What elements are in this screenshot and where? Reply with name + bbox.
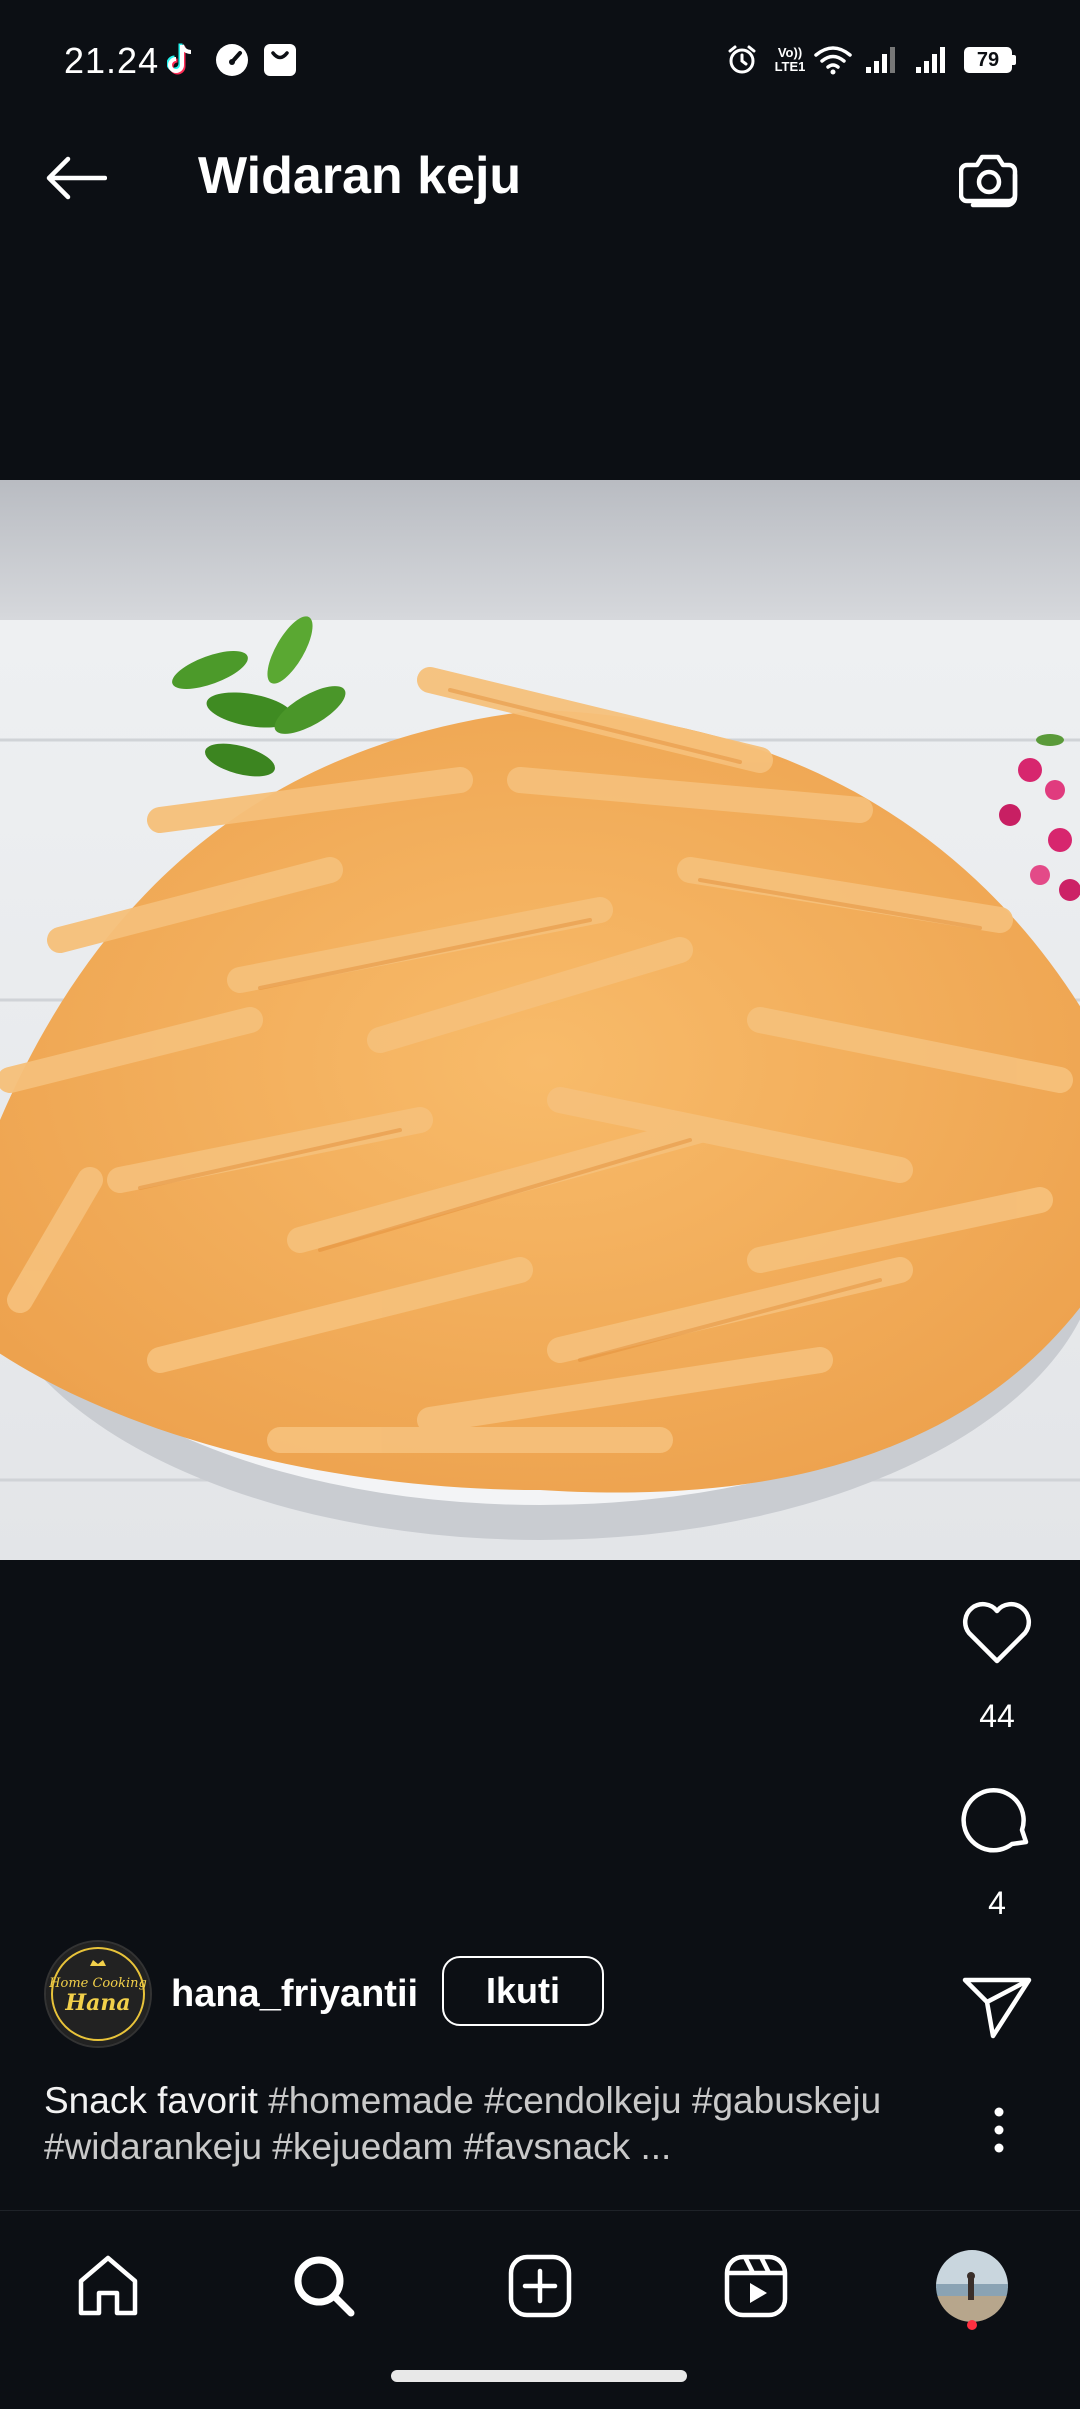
reels-icon [724,2254,788,2318]
follow-button[interactable]: Ikuti [442,1956,604,2026]
network-label: LTE1 [774,59,806,74]
battery-icon: 79 [962,40,1018,80]
status-time: 21.24 [64,40,160,81]
nav-create[interactable] [492,2238,588,2334]
volte-indicator: Vo)) LTE1 [768,40,812,80]
shopping-bag-notification-icon [260,40,300,80]
comment-icon [961,1788,1029,1853]
heart-icon [962,1601,1032,1664]
post-photo[interactable] [0,480,1080,1560]
speedometer-notification-icon [212,40,252,80]
more-options-button[interactable] [974,2100,1024,2160]
status-bar: 21.24 Vo)) LTE1 79 [0,0,1080,100]
nav-search[interactable] [276,2238,372,2334]
page-title: Widaran keju [198,147,522,205]
back-button[interactable] [36,146,116,210]
search-icon [294,2256,355,2317]
arrow-left-icon [46,156,107,200]
avatar-logo-text-1: Home Cooking [48,1976,147,1991]
comment-count: 4 [988,1885,1006,1921]
share-button[interactable] [950,1972,1044,2042]
signal-strength-icon-1 [862,40,900,80]
add-icon [508,2254,572,2318]
notification-dot [967,2320,977,2330]
home-icon [78,2255,138,2316]
like-button[interactable] [950,1596,1044,1670]
snack-bowl-image [0,480,1080,1560]
more-vertical-icon [994,2107,1004,2153]
post-caption[interactable]: Snack favorit #homemade #cendolkeju #gab… [44,2078,964,2170]
alarm-icon [724,40,760,80]
camera-icon [959,154,1018,208]
caption-hashtags-line1[interactable]: #homemade #cendolkeju #gabuskeju [258,2080,881,2121]
profile-avatar [936,2250,1008,2322]
signal-strength-icon-2 [912,40,950,80]
camera-button[interactable] [950,140,1030,220]
author-username[interactable]: hana_friyantii [171,1972,418,2016]
volte-label: Vo)) [777,45,803,60]
avatar-logo-text-2: Hana [64,1990,130,2016]
nav-home[interactable] [60,2238,156,2334]
avatar-logo: Home Cooking Hana [46,1942,150,2046]
send-icon [962,1977,1032,2039]
battery-level: 79 [964,47,1012,73]
comment-button[interactable] [950,1780,1044,1858]
caption-hashtags-line2[interactable]: #widarankeju #kejuedam #favsnack ... [44,2126,671,2167]
nav-reels[interactable] [708,2238,804,2334]
author-avatar[interactable]: Home Cooking Hana [44,1940,152,2048]
like-count: 44 [979,1698,1015,1734]
tiktok-notification-icon [162,40,202,80]
wifi-icon [812,40,854,80]
home-indicator[interactable] [391,2370,687,2382]
caption-text: Snack favorit [44,2080,258,2121]
